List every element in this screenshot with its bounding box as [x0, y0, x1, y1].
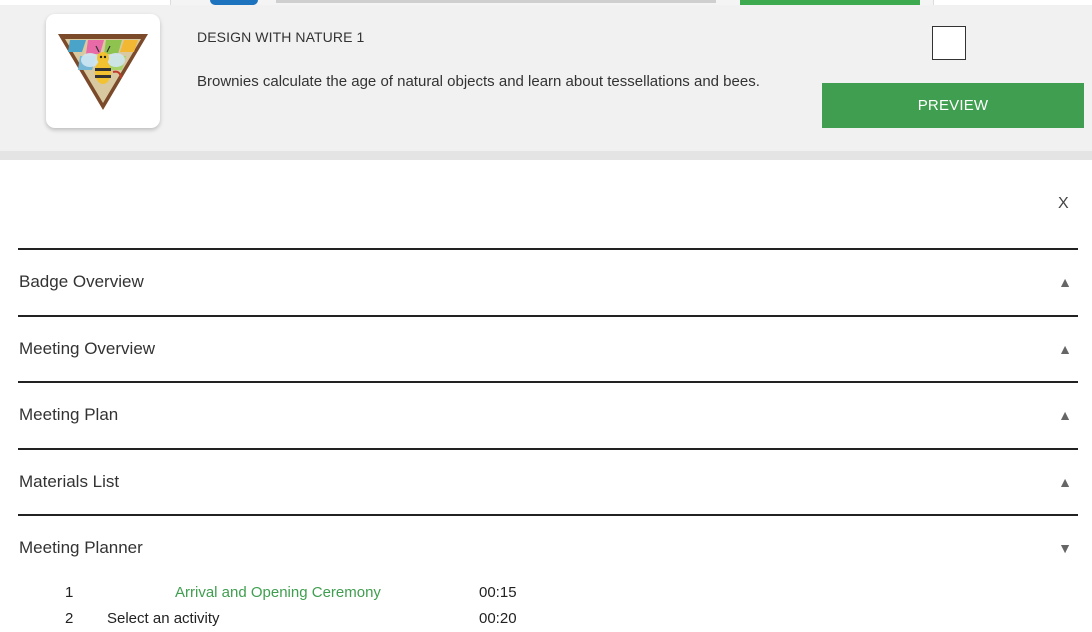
collapse-arrow-icon[interactable]: ▲ — [1058, 274, 1072, 290]
planner-activity-link[interactable]: Arrival and Opening Ceremony — [175, 584, 381, 601]
select-checkbox[interactable] — [932, 26, 966, 60]
planner-activity-select[interactable]: Select an activity — [107, 610, 220, 627]
section-meeting-overview[interactable]: Meeting Overview ▲ — [18, 315, 1078, 381]
section-meeting-plan[interactable]: Meeting Plan ▲ — [18, 381, 1078, 447]
planner-row: 1 Arrival and Opening Ceremony 00:15 — [0, 584, 1092, 606]
planner-row: 2 Select an activity 00:20 — [0, 610, 1092, 632]
collapse-arrow-icon[interactable]: ▲ — [1058, 407, 1072, 423]
planner-row-number: 2 — [65, 610, 74, 627]
section-label: Meeting Overview — [19, 339, 156, 358]
badge-card: DESIGN WITH NATURE 1 Brownies calculate … — [0, 5, 1092, 151]
section-label: Meeting Plan — [19, 405, 119, 424]
badge-description: Brownies calculate the age of natural ob… — [197, 73, 760, 90]
section-meeting-planner[interactable]: Meeting Planner ▼ — [18, 514, 1078, 584]
collapse-arrow-icon[interactable]: ▲ — [1058, 341, 1072, 357]
divider-band — [0, 151, 1092, 160]
section-badge-overview[interactable]: Badge Overview ▲ — [18, 248, 1078, 314]
section-label: Materials List — [19, 472, 120, 491]
close-button[interactable]: X — [1058, 195, 1069, 213]
collapse-arrow-icon[interactable]: ▲ — [1058, 474, 1072, 490]
details-panel: X Badge Overview ▲ Meeting Overview ▲ Me… — [0, 160, 1092, 632]
previous-card-text — [276, 0, 716, 3]
planner-row-time: 00:20 — [479, 610, 517, 627]
planner-row-number: 1 — [65, 584, 74, 601]
badge-title: DESIGN WITH NATURE 1 — [197, 29, 365, 45]
badge-bee-icon — [58, 34, 148, 110]
expand-arrow-icon[interactable]: ▼ — [1058, 540, 1072, 556]
section-label: Meeting Planner — [19, 538, 143, 557]
section-materials-list[interactable]: Materials List ▲ — [18, 448, 1078, 514]
section-label: Badge Overview — [19, 272, 144, 291]
badge-image — [46, 14, 160, 128]
preview-button[interactable]: PREVIEW — [822, 83, 1084, 128]
planner-row-time: 00:15 — [479, 584, 517, 601]
